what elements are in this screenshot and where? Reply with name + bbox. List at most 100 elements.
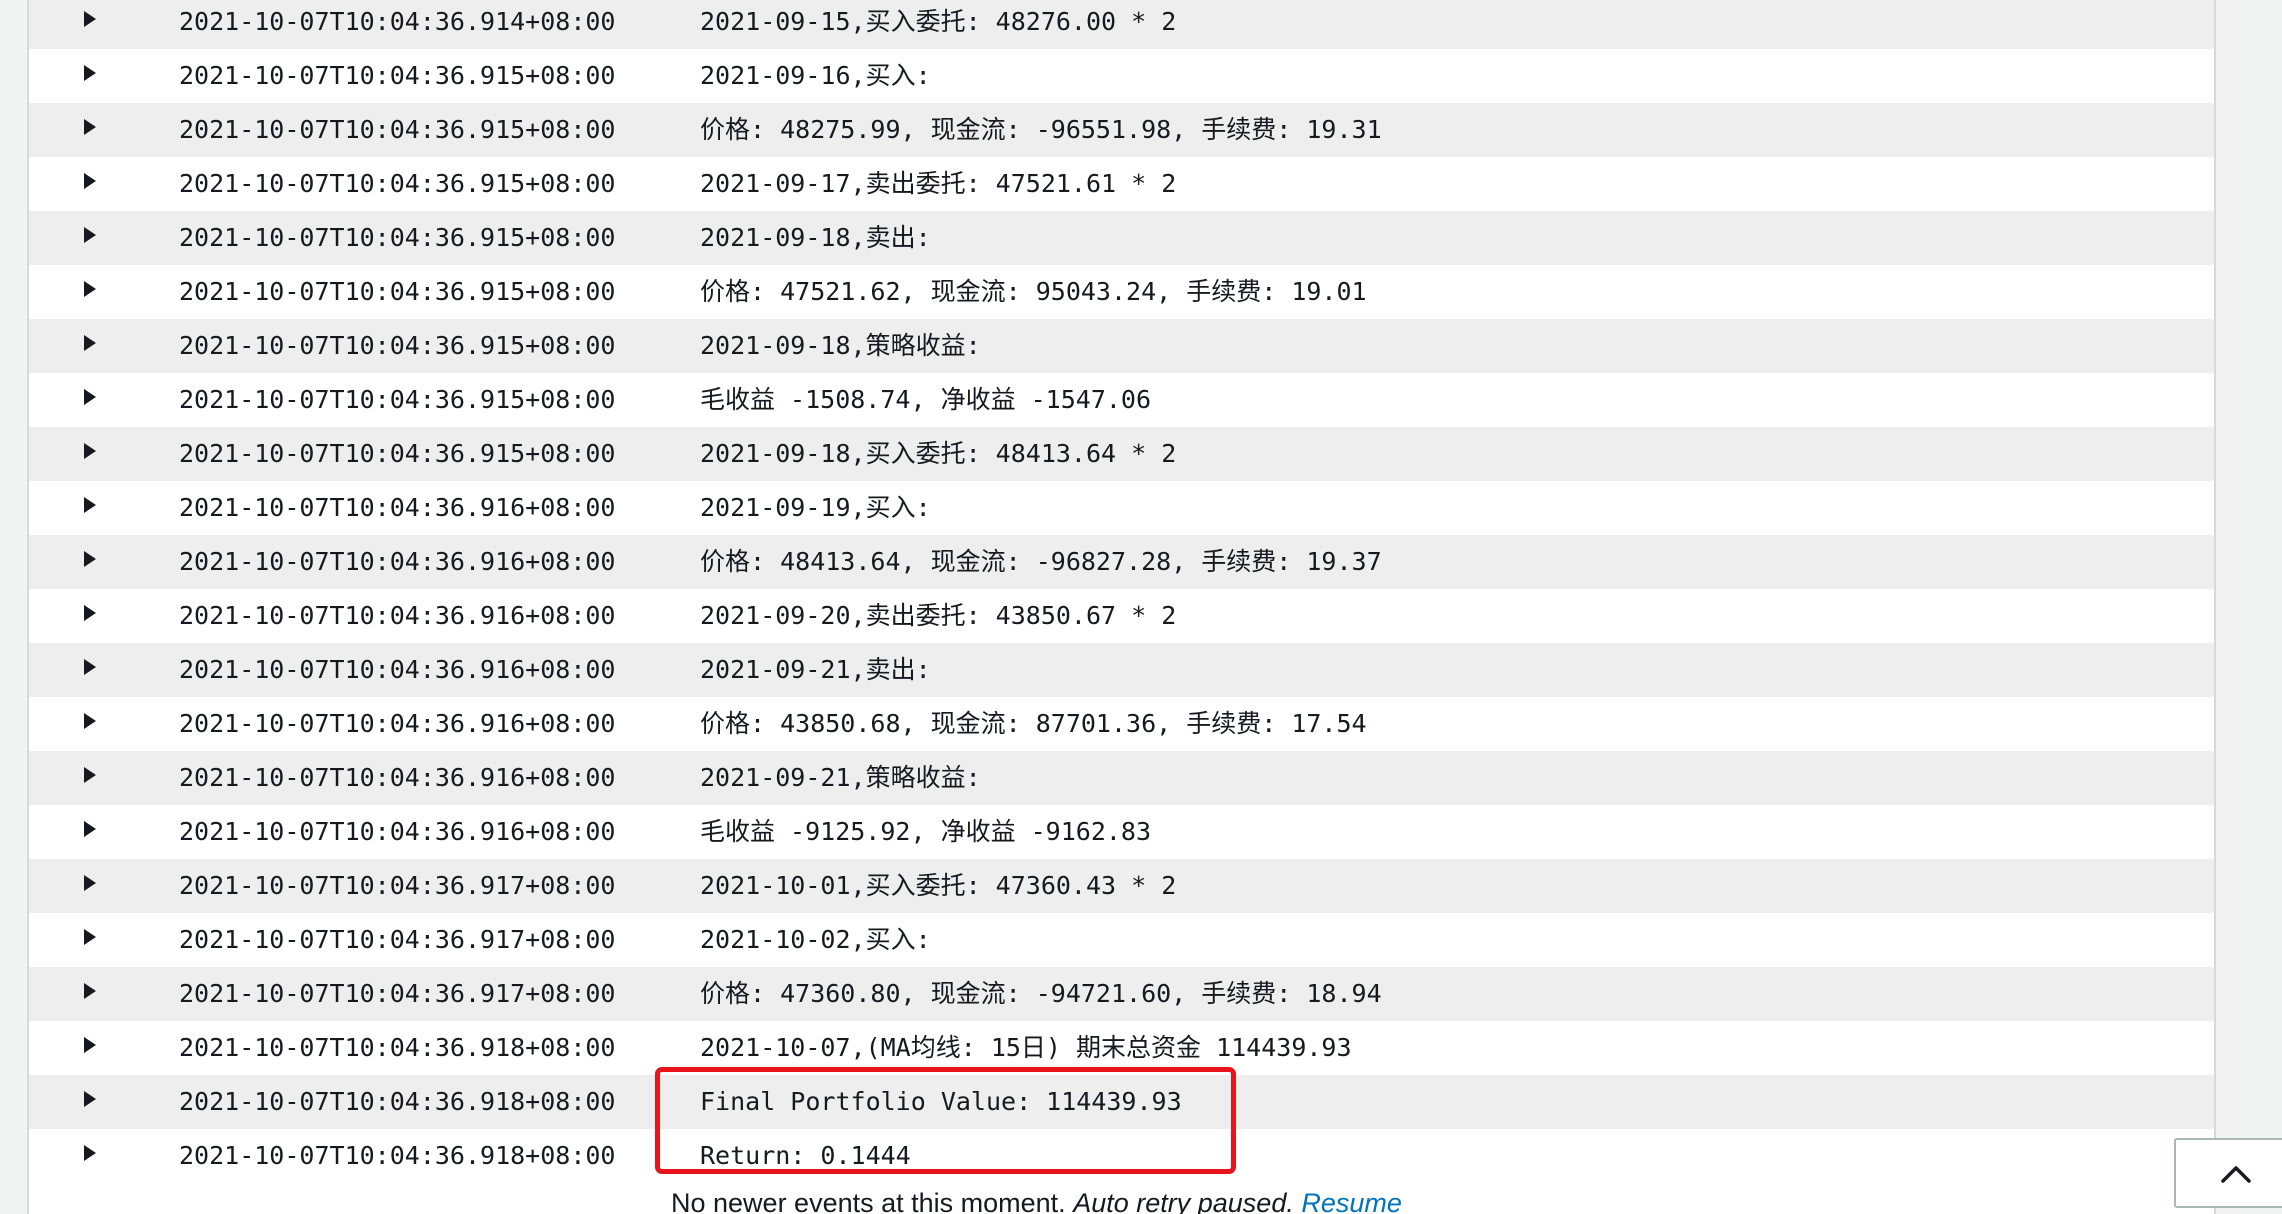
- event-message: 价格: 47360.80, 现金流: -94721.60, 手续费: 18.94: [700, 979, 1382, 1008]
- event-timestamp: 2021-10-07T10:04:36.917+08:00: [179, 871, 616, 900]
- expand-row-toggle[interactable]: [75, 589, 105, 643]
- log-event-row[interactable]: 2021-10-07T10:04:36.916+08:00 2021-09-19,…: [29, 481, 2214, 535]
- expand-row-toggle[interactable]: [75, 373, 105, 427]
- caret-right-icon: [84, 929, 96, 945]
- log-event-row[interactable]: 2021-10-07T10:04:36.917+08:00 价格: 47360.8…: [29, 967, 2214, 1021]
- event-timestamp: 2021-10-07T10:04:36.915+08:00: [179, 439, 616, 468]
- event-timestamp: 2021-10-07T10:04:36.915+08:00: [179, 61, 616, 90]
- event-timestamp: 2021-10-07T10:04:36.915+08:00: [179, 169, 616, 198]
- event-message: 2021-09-18,策略收益:: [700, 331, 981, 360]
- expand-row-toggle[interactable]: [75, 0, 105, 49]
- caret-right-icon: [84, 335, 96, 351]
- caret-right-icon: [84, 173, 96, 189]
- log-event-row[interactable]: 2021-10-07T10:04:36.915+08:00 2021-09-18,…: [29, 319, 2214, 373]
- log-event-row[interactable]: 2021-10-07T10:04:36.915+08:00 价格: 48275.9…: [29, 103, 2214, 157]
- event-message: 毛收益 -9125.92, 净收益 -9162.83: [700, 817, 1152, 846]
- expand-row-toggle[interactable]: [75, 211, 105, 265]
- log-event-row[interactable]: 2021-10-07T10:04:36.917+08:00 2021-10-02,…: [29, 913, 2214, 967]
- event-message: 毛收益 -1508.74, 净收益 -1547.06: [700, 385, 1152, 414]
- expand-row-toggle[interactable]: [75, 535, 105, 589]
- event-message: 2021-09-20,卖出委托: 43850.67 * 2: [700, 601, 1177, 630]
- event-message: 2021-09-21,策略收益:: [700, 763, 981, 792]
- event-message: Final Portfolio Value: 114439.93: [700, 1087, 1182, 1116]
- caret-right-icon: [84, 443, 96, 459]
- caret-right-icon: [84, 551, 96, 567]
- caret-right-icon: [84, 1145, 96, 1161]
- event-message: 2021-09-17,卖出委托: 47521.61 * 2: [700, 169, 1177, 198]
- event-message: 2021-09-16,买入:: [700, 61, 931, 90]
- log-event-row[interactable]: 2021-10-07T10:04:36.915+08:00 毛收益 -1508.7…: [29, 373, 2214, 427]
- log-events-page: 2021-10-07T10:04:36.914+08:00 2021-09-15,…: [0, 0, 2282, 1214]
- event-timestamp: 2021-10-07T10:04:36.916+08:00: [179, 817, 616, 846]
- log-event-row[interactable]: 2021-10-07T10:04:36.915+08:00 价格: 47521.6…: [29, 265, 2214, 319]
- log-event-list: 2021-10-07T10:04:36.914+08:00 2021-09-15,…: [29, 0, 2214, 1183]
- expand-row-toggle[interactable]: [75, 913, 105, 967]
- caret-right-icon: [84, 65, 96, 81]
- caret-right-icon: [84, 389, 96, 405]
- caret-right-icon: [84, 659, 96, 675]
- expand-row-toggle[interactable]: [75, 481, 105, 535]
- event-timestamp: 2021-10-07T10:04:36.916+08:00: [179, 547, 616, 576]
- event-message: 2021-10-07,(MA均线: 15日) 期末总资金 114439.93: [700, 1033, 1352, 1062]
- event-message: 价格: 48413.64, 现金流: -96827.28, 手续费: 19.37: [700, 547, 1382, 576]
- log-event-row[interactable]: 2021-10-07T10:04:36.916+08:00 价格: 43850.6…: [29, 697, 2214, 751]
- log-event-row[interactable]: 2021-10-07T10:04:36.915+08:00 2021-09-18,…: [29, 427, 2214, 481]
- event-timestamp: 2021-10-07T10:04:36.915+08:00: [179, 385, 616, 414]
- caret-right-icon: [84, 875, 96, 891]
- chevron-up-icon: [2221, 1166, 2251, 1183]
- expand-row-toggle[interactable]: [75, 967, 105, 1021]
- event-timestamp: 2021-10-07T10:04:36.918+08:00: [179, 1087, 616, 1116]
- log-event-row[interactable]: 2021-10-07T10:04:36.916+08:00 2021-09-20,…: [29, 589, 2214, 643]
- scroll-to-top-button[interactable]: [2174, 1138, 2282, 1208]
- event-timestamp: 2021-10-07T10:04:36.915+08:00: [179, 277, 616, 306]
- expand-row-toggle[interactable]: [75, 319, 105, 373]
- expand-row-toggle[interactable]: [75, 859, 105, 913]
- expand-row-toggle[interactable]: [75, 1129, 105, 1183]
- log-event-row[interactable]: 2021-10-07T10:04:36.917+08:00 2021-10-01,…: [29, 859, 2214, 913]
- event-timestamp: 2021-10-07T10:04:36.918+08:00: [179, 1033, 616, 1062]
- event-timestamp: 2021-10-07T10:04:36.917+08:00: [179, 925, 616, 954]
- caret-right-icon: [84, 119, 96, 135]
- caret-right-icon: [84, 1091, 96, 1107]
- expand-row-toggle[interactable]: [75, 751, 105, 805]
- log-footer-status: No newer events at this moment. Auto ret…: [671, 1185, 1402, 1214]
- event-timestamp: 2021-10-07T10:04:36.916+08:00: [179, 709, 616, 738]
- log-event-row[interactable]: 2021-10-07T10:04:36.918+08:00 Final Portf…: [29, 1075, 2214, 1129]
- expand-row-toggle[interactable]: [75, 697, 105, 751]
- expand-row-toggle[interactable]: [75, 49, 105, 103]
- log-event-row[interactable]: 2021-10-07T10:04:36.915+08:00 2021-09-16,…: [29, 49, 2214, 103]
- log-event-row[interactable]: 2021-10-07T10:04:36.918+08:00 Return: 0.1…: [29, 1129, 2214, 1183]
- expand-row-toggle[interactable]: [75, 1075, 105, 1129]
- log-events-panel: 2021-10-07T10:04:36.914+08:00 2021-09-15,…: [27, 0, 2216, 1214]
- expand-row-toggle[interactable]: [75, 805, 105, 859]
- log-event-row[interactable]: 2021-10-07T10:04:36.916+08:00 毛收益 -9125.9…: [29, 805, 2214, 859]
- caret-right-icon: [84, 281, 96, 297]
- event-timestamp: 2021-10-07T10:04:36.918+08:00: [179, 1141, 616, 1170]
- log-event-row[interactable]: 2021-10-07T10:04:36.915+08:00 2021-09-18,…: [29, 211, 2214, 265]
- caret-right-icon: [84, 11, 96, 27]
- event-timestamp: 2021-10-07T10:04:36.916+08:00: [179, 493, 616, 522]
- caret-right-icon: [84, 983, 96, 999]
- expand-row-toggle[interactable]: [75, 1021, 105, 1075]
- log-event-row[interactable]: 2021-10-07T10:04:36.918+08:00 2021-10-07,…: [29, 1021, 2214, 1075]
- expand-row-toggle[interactable]: [75, 427, 105, 481]
- log-event-row[interactable]: 2021-10-07T10:04:36.914+08:00 2021-09-15,…: [29, 0, 2214, 49]
- caret-right-icon: [84, 767, 96, 783]
- expand-row-toggle[interactable]: [75, 157, 105, 211]
- expand-row-toggle[interactable]: [75, 643, 105, 697]
- resume-link[interactable]: Resume: [1301, 1188, 1402, 1214]
- log-event-row[interactable]: 2021-10-07T10:04:36.916+08:00 2021-09-21,…: [29, 643, 2214, 697]
- expand-row-toggle[interactable]: [75, 103, 105, 157]
- caret-right-icon: [84, 497, 96, 513]
- footer-retry-text: Auto retry paused.: [1073, 1188, 1294, 1214]
- expand-row-toggle[interactable]: [75, 265, 105, 319]
- event-message: 2021-10-02,买入:: [700, 925, 931, 954]
- log-event-row[interactable]: 2021-10-07T10:04:36.915+08:00 2021-09-17,…: [29, 157, 2214, 211]
- caret-right-icon: [84, 821, 96, 837]
- event-timestamp: 2021-10-07T10:04:36.916+08:00: [179, 763, 616, 792]
- caret-right-icon: [84, 713, 96, 729]
- log-event-row[interactable]: 2021-10-07T10:04:36.916+08:00 价格: 48413.6…: [29, 535, 2214, 589]
- event-timestamp: 2021-10-07T10:04:36.916+08:00: [179, 601, 616, 630]
- log-event-row[interactable]: 2021-10-07T10:04:36.916+08:00 2021-09-21,…: [29, 751, 2214, 805]
- event-message: 价格: 48275.99, 现金流: -96551.98, 手续费: 19.31: [700, 115, 1382, 144]
